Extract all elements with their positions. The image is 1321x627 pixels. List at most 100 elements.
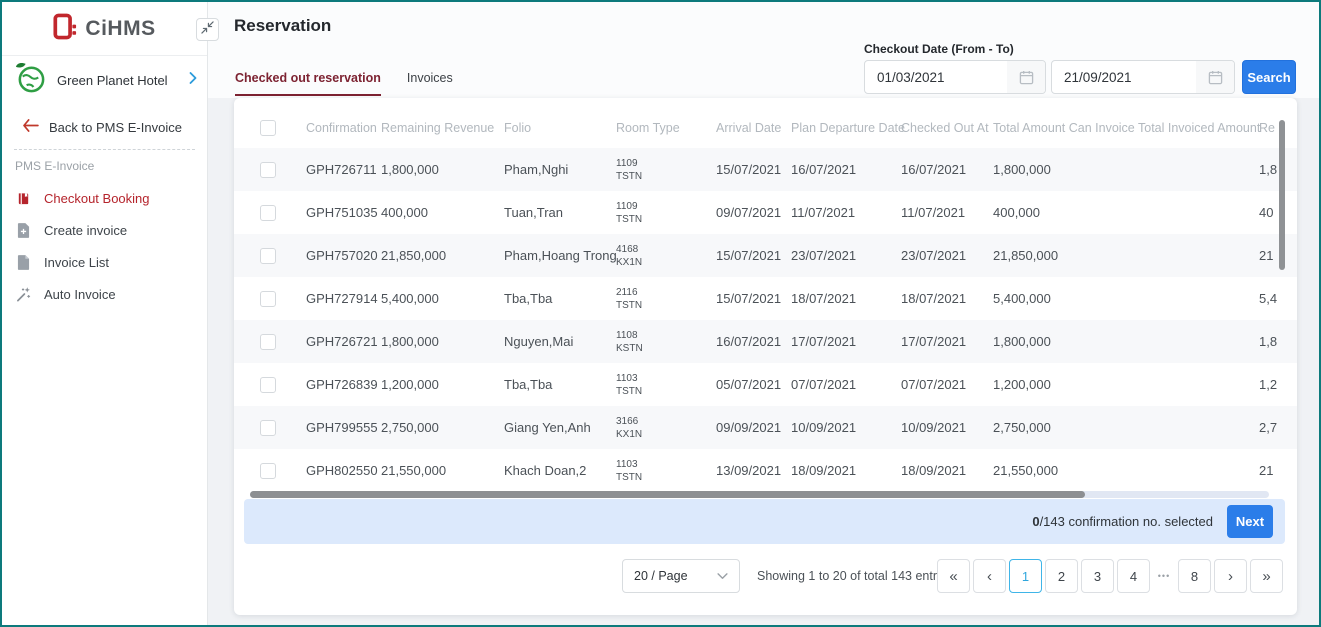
book-icon: [15, 191, 32, 206]
cell-folio: Tba,Tba: [504, 291, 616, 306]
pager-prev[interactable]: ‹: [973, 559, 1006, 593]
row-checkbox[interactable]: [260, 463, 276, 479]
row-checkbox[interactable]: [260, 291, 276, 307]
file-plus-icon: [15, 223, 32, 238]
horizontal-scrollbar[interactable]: [250, 491, 1269, 498]
calendar-icon[interactable]: [1196, 61, 1234, 93]
pager-last[interactable]: »: [1250, 559, 1283, 593]
cell-total-amount-can-invoice: 1,800,000: [993, 162, 1138, 177]
row-checkbox[interactable]: [260, 377, 276, 393]
column-header-remaining-revenue: Remaining Revenue: [381, 121, 504, 135]
sidebar-item-auto-invoice[interactable]: Auto Invoice: [2, 278, 207, 310]
cell-clipped-last-column: 21: [1259, 248, 1297, 263]
pagination-summary: Showing 1 to 20 of total 143 entries: [757, 569, 953, 583]
column-header-confirmation: Confirmation: [306, 121, 381, 135]
sidebar-item-create-invoice[interactable]: Create invoice: [2, 214, 207, 246]
cell-remaining-revenue: 1,800,000: [381, 334, 504, 349]
table-row: GPH80255021,550,000Khach Doan,21103TSTN1…: [234, 449, 1297, 492]
pager-page-2[interactable]: 2: [1045, 559, 1078, 593]
row-checkbox[interactable]: [260, 162, 276, 178]
cell-clipped-last-column: 40: [1259, 205, 1297, 220]
date-to-value: 21/09/2021: [1052, 70, 1196, 85]
room-number: 3166: [616, 416, 708, 427]
cell-room-type: 3166KX1N: [616, 416, 716, 440]
pager-page-1[interactable]: 1: [1009, 559, 1042, 593]
row-checkbox[interactable]: [260, 334, 276, 350]
sidebar-item-checkout-booking[interactable]: Checkout Booking: [2, 182, 207, 214]
column-header-plan-departure-date: Plan Departure Date: [791, 121, 901, 135]
cell-arrival-date: 15/07/2021: [716, 291, 791, 306]
table-row: GPH7995552,750,000Giang Yen,Anh3166KX1N0…: [234, 406, 1297, 449]
room-code: TSTN: [616, 214, 708, 225]
room-number: 1103: [616, 373, 708, 384]
date-from-input[interactable]: 01/03/2021: [864, 60, 1046, 94]
tab-invoices[interactable]: Invoices: [407, 71, 453, 96]
cell-folio: Nguyen,Mai: [504, 334, 616, 349]
door-logo-icon: [53, 13, 77, 45]
cell-total-amount-can-invoice: 1,200,000: [993, 377, 1138, 392]
vertical-scrollbar[interactable]: [1279, 120, 1285, 270]
cell-room-type: 1103TSTN: [616, 459, 716, 483]
cell-arrival-date: 13/09/2021: [716, 463, 791, 478]
cell-confirmation: GPH799555: [306, 420, 381, 435]
cell-arrival-date: 15/07/2021: [716, 162, 791, 177]
chevron-right-icon: [189, 71, 197, 89]
next-button[interactable]: Next: [1227, 505, 1273, 538]
select-all-checkbox[interactable]: [260, 120, 276, 136]
cell-clipped-last-column: 5,4: [1259, 291, 1297, 306]
cell-room-type: 1103TSTN: [616, 373, 716, 397]
sidebar-item-invoice-list[interactable]: Invoice List: [2, 246, 207, 278]
pager: «‹1234•••8›»: [937, 559, 1283, 593]
room-number: 4168: [616, 244, 708, 255]
selection-count-text: 0/143 confirmation no. selected: [1032, 514, 1213, 529]
horizontal-scrollbar-thumb[interactable]: [250, 491, 1085, 498]
sidebar-collapse-button[interactable]: [196, 18, 219, 41]
column-header-total-amount-can-invoice: Total Amount Can Invoice: [993, 121, 1138, 135]
pager-ellipsis: •••: [1153, 559, 1175, 593]
cell-confirmation: GPH726711: [306, 162, 381, 177]
sidebar-item-label: Auto Invoice: [44, 287, 116, 302]
cell-total-amount-can-invoice: 5,400,000: [993, 291, 1138, 306]
page-size-select[interactable]: 20 / Page: [622, 559, 740, 593]
back-to-pms-link[interactable]: Back to PMS E-Invoice: [22, 119, 182, 135]
row-checkbox[interactable]: [260, 205, 276, 221]
cell-checked-out-at: 23/07/2021: [901, 248, 993, 263]
magic-wand-icon: [15, 287, 32, 302]
cell-total-amount-can-invoice: 1,800,000: [993, 334, 1138, 349]
pager-first[interactable]: «: [937, 559, 970, 593]
calendar-icon[interactable]: [1007, 61, 1045, 93]
room-number: 2116: [616, 287, 708, 298]
globe-leaf-icon: [14, 61, 47, 99]
column-header-folio: Folio: [504, 121, 616, 135]
cell-remaining-revenue: 1,200,000: [381, 377, 504, 392]
cell-arrival-date: 09/07/2021: [716, 205, 791, 220]
row-checkbox[interactable]: [260, 248, 276, 264]
row-checkbox[interactable]: [260, 420, 276, 436]
pager-next[interactable]: ›: [1214, 559, 1247, 593]
column-header-total-invoiced-amount: Total Invoiced Amount: [1138, 121, 1259, 135]
table-row: GPH7279145,400,000Tba,Tba2116TSTN15/07/2…: [234, 277, 1297, 320]
table-row: GPH7267111,800,000Pham,Nghi1109TSTN15/07…: [234, 148, 1297, 191]
cell-room-type: 1108KSTN: [616, 330, 716, 354]
column-header-arrival-date: Arrival Date: [716, 121, 791, 135]
table-row: GPH75702021,850,000Pham,Hoang Trong4168K…: [234, 234, 1297, 277]
sidebar-divider: [14, 149, 195, 150]
pager-page-4[interactable]: 4: [1117, 559, 1150, 593]
tab-checked-out-reservation[interactable]: Checked out reservation: [235, 71, 381, 96]
search-button[interactable]: Search: [1242, 60, 1296, 94]
cell-room-type: 4168KX1N: [616, 244, 716, 268]
date-to-input[interactable]: 21/09/2021: [1051, 60, 1235, 94]
room-number: 1103: [616, 459, 708, 470]
brand-logo: CiHMS: [2, 2, 207, 56]
cell-folio: Tba,Tba: [504, 377, 616, 392]
cell-clipped-last-column: 2,7: [1259, 420, 1297, 435]
room-code: TSTN: [616, 171, 708, 182]
pager-page-3[interactable]: 3: [1081, 559, 1114, 593]
brand-name: CiHMS: [85, 17, 155, 41]
pager-page-8[interactable]: 8: [1178, 559, 1211, 593]
hotel-selector[interactable]: Green Planet Hotel: [14, 60, 197, 100]
date-from-value: 01/03/2021: [865, 70, 1007, 85]
page-title: Reservation: [234, 16, 331, 36]
cell-remaining-revenue: 2,750,000: [381, 420, 504, 435]
cell-room-type: 2116TSTN: [616, 287, 716, 311]
